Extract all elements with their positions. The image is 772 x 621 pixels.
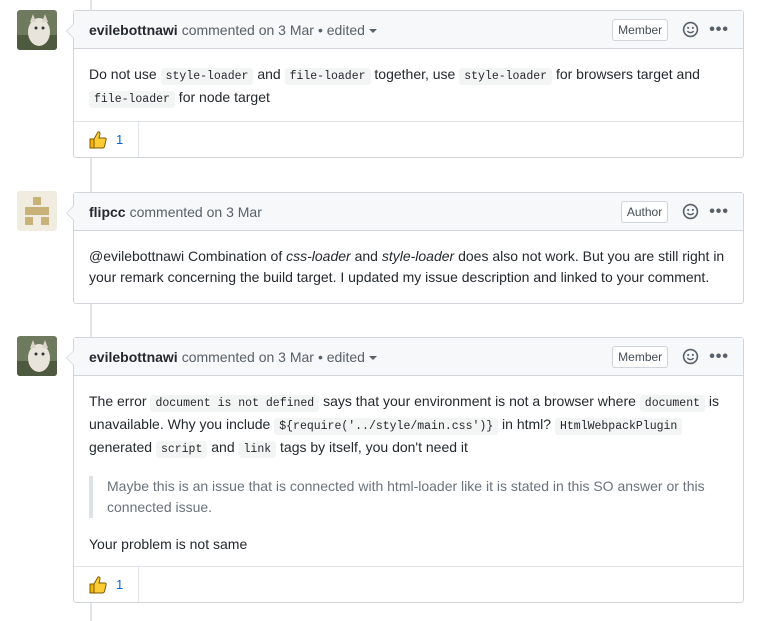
avatar[interactable] xyxy=(17,10,57,50)
author-name[interactable]: evilebottnawi xyxy=(89,349,178,365)
comment-header: flipcc commented on 3 Mar Author ••• xyxy=(74,193,743,231)
thumbs-up-icon xyxy=(88,575,108,595)
thumbs-up-icon xyxy=(88,130,108,150)
role-badge: Member xyxy=(612,345,669,368)
comment-timestamp[interactable]: commented on 3 Mar xyxy=(182,22,314,38)
edited-label: • edited xyxy=(317,21,365,38)
comment-box: evilebottnawi commented on 3 Mar • edite… xyxy=(66,10,744,158)
author-name[interactable]: flipcc xyxy=(89,204,126,220)
avatar[interactable] xyxy=(17,191,57,231)
comment-body: The error document is not defined says t… xyxy=(74,376,743,569)
reactions-bar: 1 xyxy=(74,121,743,157)
author-name[interactable]: evilebottnawi xyxy=(89,22,178,38)
comment-header: evilebottnawi commented on 3 Mar • edite… xyxy=(74,11,743,49)
chevron-down-icon xyxy=(368,355,377,360)
avatar[interactable] xyxy=(17,336,57,376)
comment-body: @evilebottnawi Combination of css-loader… xyxy=(89,248,725,285)
smiley-icon[interactable] xyxy=(682,21,699,38)
role-badge: Author xyxy=(620,200,669,223)
smiley-icon[interactable] xyxy=(682,348,699,365)
reaction-thumbs-up-button[interactable]: 1 xyxy=(74,122,140,157)
comment-header: evilebottnawi commented on 3 Mar • edite… xyxy=(74,338,743,376)
blockquote: Maybe this is an issue that is connected… xyxy=(89,476,728,518)
smiley-icon[interactable] xyxy=(682,203,699,220)
comment-body: Do not use style-loader and file-loader … xyxy=(89,66,700,108)
kebab-icon[interactable]: ••• xyxy=(709,348,729,364)
comment-timestamp[interactable]: commented on 3 Mar xyxy=(130,204,262,220)
reaction-count: 1 xyxy=(116,132,124,147)
edited-dropdown[interactable]: • edited xyxy=(318,22,377,38)
reaction-thumbs-up-button[interactable]: 1 xyxy=(74,567,140,602)
reaction-count: 1 xyxy=(116,577,124,592)
comment-timestamp[interactable]: commented on 3 Mar xyxy=(182,349,314,365)
comment-text: Your problem is not same xyxy=(89,536,248,552)
role-badge: Member xyxy=(612,18,669,41)
comment-box: evilebottnawi commented on 3 Mar • edite… xyxy=(66,337,744,603)
edited-dropdown[interactable]: • edited xyxy=(318,349,377,365)
reactions-bar: 1 xyxy=(74,566,743,602)
edited-label: • edited xyxy=(317,348,365,365)
chevron-down-icon xyxy=(368,28,377,33)
kebab-icon[interactable]: ••• xyxy=(709,203,729,219)
kebab-icon[interactable]: ••• xyxy=(709,21,729,37)
comment-box: flipcc commented on 3 Mar Author ••• @ev… xyxy=(66,192,744,304)
